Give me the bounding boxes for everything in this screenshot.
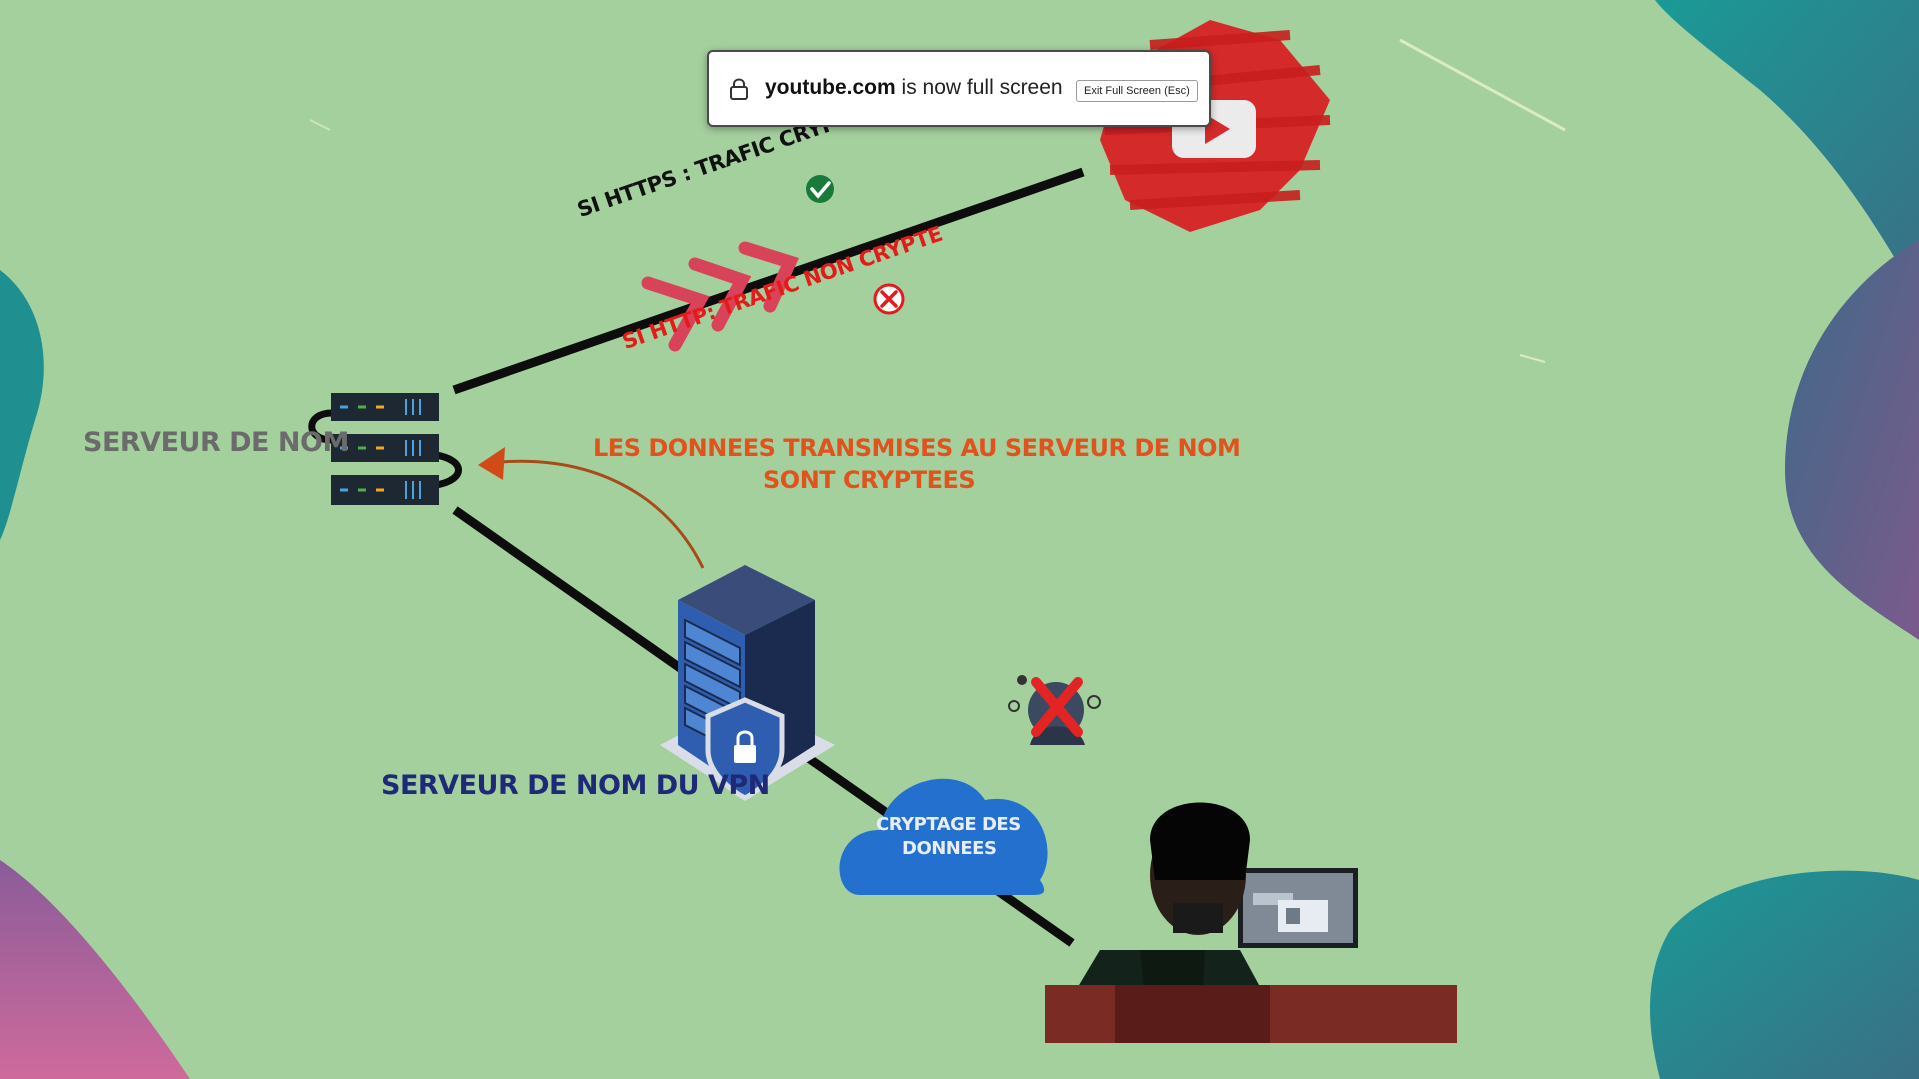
vpn-server-icon [660,565,835,801]
decorative-blobs [0,0,1919,1079]
fullscreen-message: youtube.com is now full screen [765,76,1063,100]
exit-fullscreen-button[interactable]: Exit Full Screen (Esc) [1076,80,1198,102]
user-at-computer-icon [1045,802,1457,1043]
lock-icon [730,78,748,100]
cloud-label-line2: DONNEES [902,838,997,859]
cross-icon [873,283,905,315]
fullscreen-status-text: is now full screen [901,76,1063,99]
blocked-hacker-icon [1008,675,1101,745]
name-server-label: SERVEUR DE NOM [83,427,349,458]
video-scene [0,0,1919,1079]
check-icon [806,175,834,203]
transmitted-data-line2: SONT CRYPTEES [763,466,976,494]
encryption-cloud-icon [839,778,1048,895]
cloud-label-line1: CRYPTAGE DES [876,814,1021,835]
vpn-server-label: SERVEUR DE NOM DU VPN [381,770,770,801]
transmitted-data-line1: LES DONNEES TRANSMISES AU SERVEUR DE NOM [593,434,1241,462]
fullscreen-domain: youtube.com [765,76,896,99]
fullscreen-notification: youtube.com is now full screen Exit Full… [707,50,1211,127]
